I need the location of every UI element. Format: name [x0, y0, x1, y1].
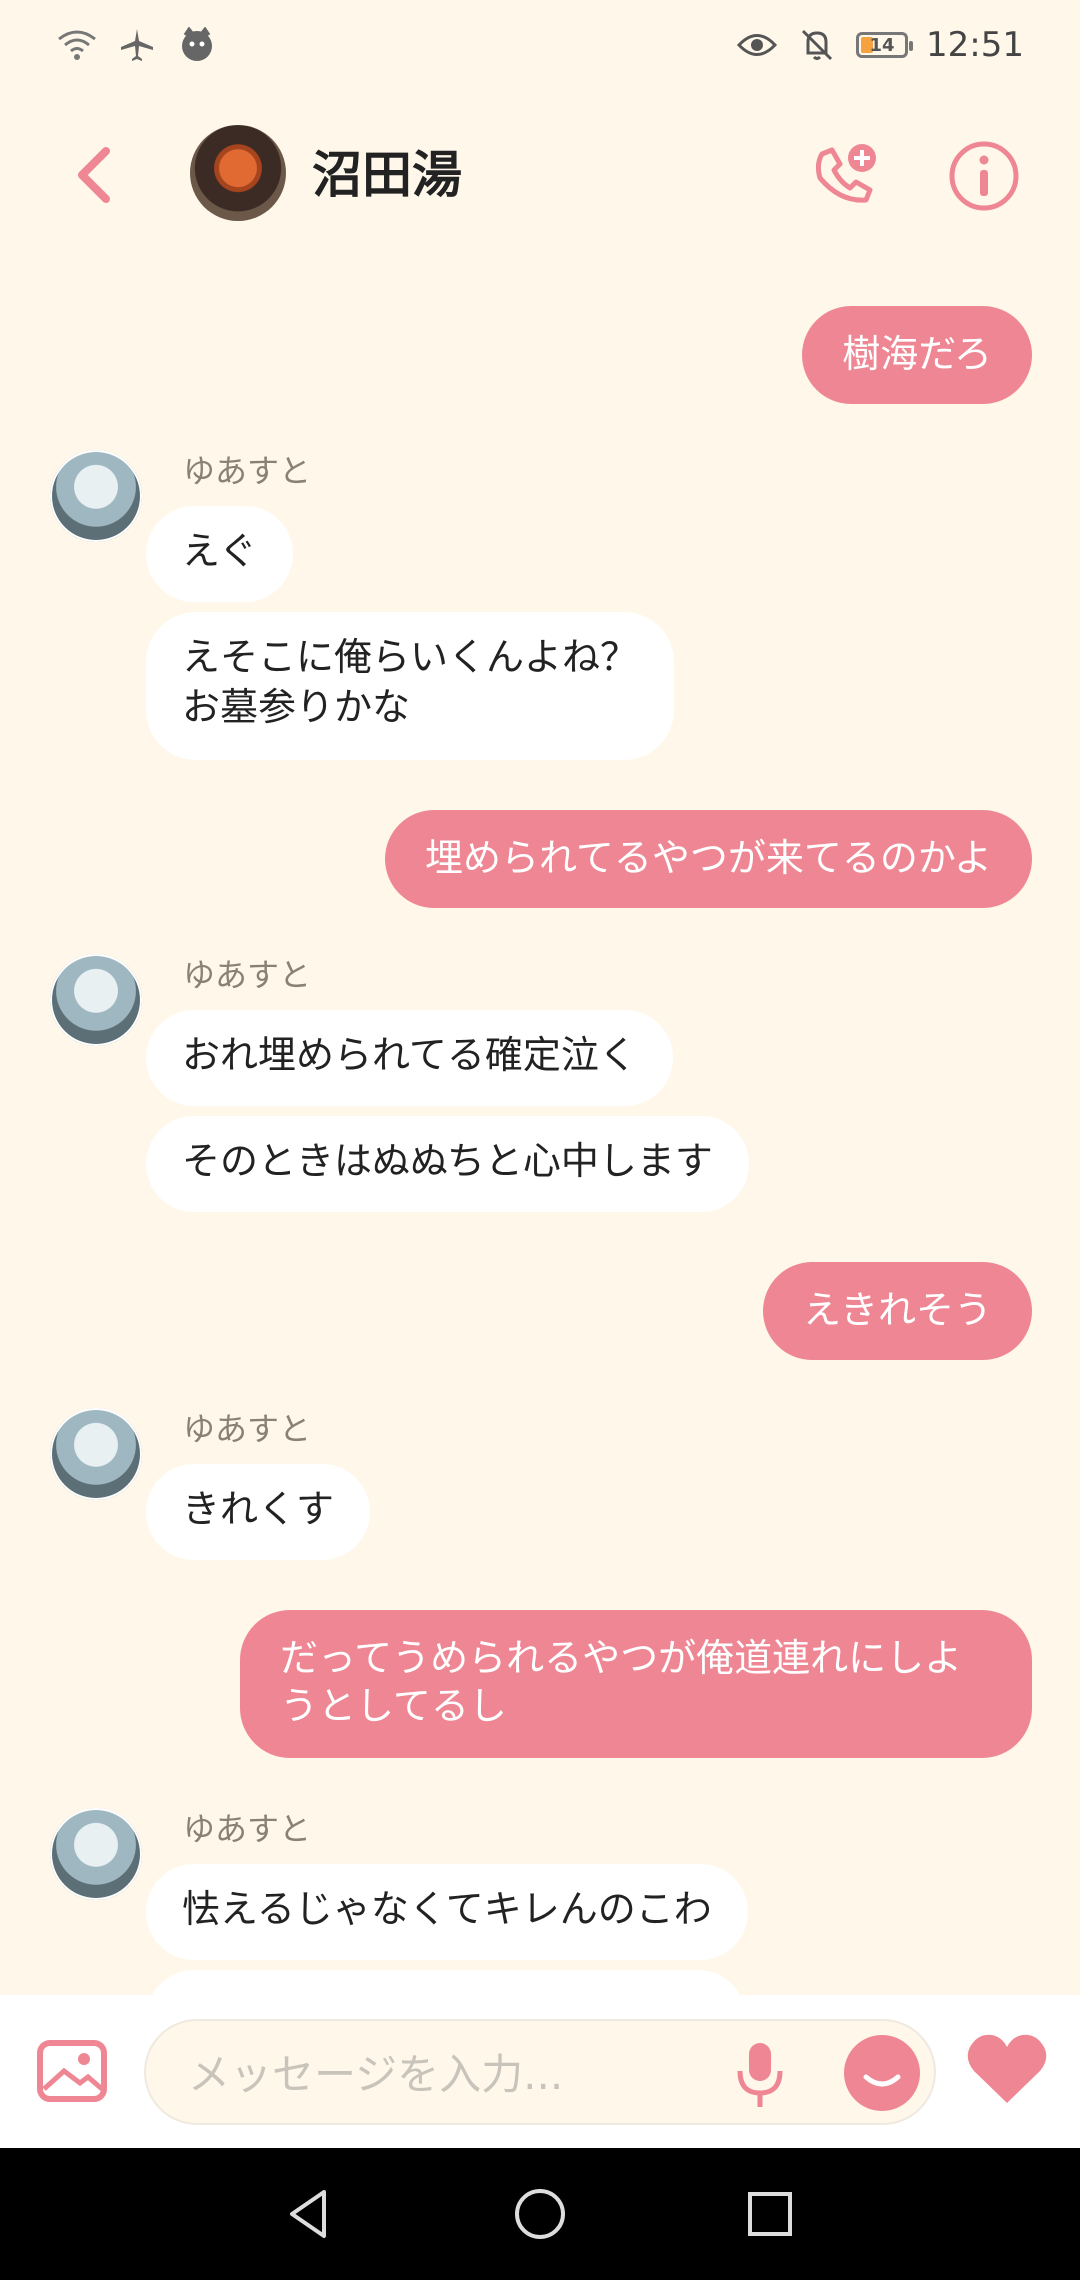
sender-name: ゆあすと — [183, 1410, 312, 1448]
circle-home-icon — [515, 2189, 565, 2239]
triangle-back-icon — [290, 2190, 326, 2238]
nav-recents-button[interactable] — [740, 2184, 800, 2244]
sender-name: ゆあすと — [183, 1810, 312, 1848]
status-bar: 14 12:51 — [0, 0, 1080, 90]
heart-icon — [967, 2034, 1047, 2103]
outgoing-bubble[interactable]: 埋められてるやつが来てるのかよ — [385, 810, 1032, 908]
outgoing-bubble[interactable]: えきれそう — [763, 1262, 1032, 1360]
message-input-bar — [0, 1995, 1080, 2148]
voice-button[interactable] — [732, 2039, 788, 2111]
microphone-icon — [737, 2043, 783, 2107]
incoming-bubble[interactable]: えそこに俺らいくんよね？ お墓参りかな — [146, 612, 675, 760]
battery-indicator: 14 — [856, 32, 914, 58]
airplane-icon — [116, 24, 158, 66]
message-text-field[interactable] — [186, 2043, 710, 2105]
outgoing-bubble[interactable]: 樹海だろ — [802, 306, 1032, 404]
contact-avatar[interactable] — [190, 125, 286, 221]
nav-back-button[interactable] — [280, 2184, 340, 2244]
incoming-bubble[interactable]: きれくす — [146, 1464, 371, 1560]
outgoing-bubble[interactable]: だってうめられるやつが俺道連れにしようとしてるし — [240, 1610, 1032, 1758]
incoming-bubble[interactable]: えぐ — [146, 506, 293, 602]
sender-avatar[interactable] — [50, 450, 142, 542]
bell-muted-icon — [796, 24, 838, 66]
info-icon — [949, 141, 1019, 211]
message-list[interactable]: 樹海だろ ゆあすと えぐ えそこに俺らいくんよね？ お墓参りかな 埋められてるや… — [0, 250, 1080, 1995]
square-recents-icon — [748, 2192, 792, 2236]
system-navigation-bar — [0, 2148, 1080, 2280]
phone-plus-icon — [815, 144, 876, 203]
sender-name: ゆあすと — [183, 956, 312, 994]
outgoing-message[interactable]: 樹海だろ — [802, 306, 1032, 404]
add-call-button[interactable] — [810, 140, 880, 210]
smiley-icon — [863, 2074, 901, 2087]
info-button[interactable] — [948, 140, 1020, 212]
sender-avatar[interactable] — [50, 954, 142, 1046]
sender-avatar[interactable] — [50, 1408, 142, 1500]
sender-name: ゆあすと — [183, 452, 312, 490]
outgoing-message[interactable]: えきれそう — [763, 1262, 1032, 1360]
nav-home-button[interactable] — [510, 2184, 570, 2244]
gallery-button[interactable] — [36, 2039, 108, 2103]
emoji-button[interactable] — [844, 2035, 920, 2111]
battery-level: 14 — [869, 34, 895, 56]
image-icon — [37, 2040, 107, 2102]
outgoing-message[interactable]: 埋められてるやつが来てるのかよ — [385, 810, 1032, 908]
like-button[interactable] — [964, 2029, 1050, 2109]
chevron-left-icon — [78, 147, 110, 203]
message-input[interactable] — [144, 2019, 936, 2125]
incoming-bubble[interactable]: そのときはぬぬちと心中します — [146, 1116, 749, 1212]
back-button[interactable] — [70, 145, 120, 205]
wifi-icon — [56, 24, 98, 66]
app-notification-icon — [176, 24, 218, 66]
sender-avatar[interactable] — [50, 1808, 142, 1900]
eye-icon — [736, 24, 778, 66]
outgoing-message[interactable]: だってうめられるやつが俺道連れにしようとしてるし — [240, 1610, 1032, 1758]
contact-name[interactable]: 沼田湯 — [312, 135, 462, 207]
status-right: 14 12:51 — [736, 24, 1024, 66]
incoming-bubble-partial[interactable] — [146, 1970, 746, 1995]
status-time: 12:51 — [926, 25, 1024, 65]
status-left — [56, 24, 218, 66]
incoming-bubble[interactable]: 怯えるじゃなくてキレんのこわ — [146, 1864, 748, 1960]
incoming-bubble[interactable]: おれ埋められてる確定泣く — [146, 1010, 673, 1106]
chat-header: 沼田湯 — [0, 105, 1080, 245]
